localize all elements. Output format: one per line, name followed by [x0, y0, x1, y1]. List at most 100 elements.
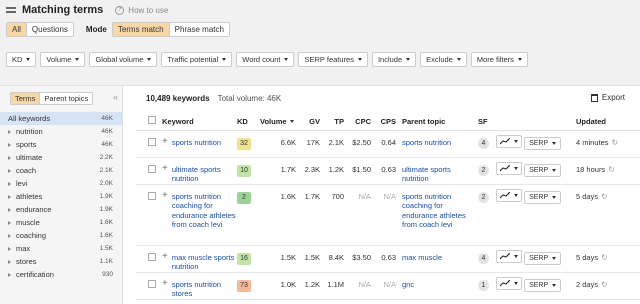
how-to-use-link[interactable]: ? How to use	[115, 5, 168, 15]
serp-button[interactable]: SERP	[524, 163, 562, 177]
filter-serp-features[interactable]: SERP features	[298, 52, 368, 67]
col-updated[interactable]: Updated	[576, 113, 640, 131]
refresh-icon[interactable]: ↻	[601, 253, 608, 262]
sf-count-badge[interactable]: 2	[478, 164, 489, 176]
row-checkbox[interactable]	[148, 137, 156, 146]
sidebar-item-ultimate[interactable]: ultimate 2.2K	[0, 151, 123, 164]
sidebar-item-coach[interactable]: coach 2.1K	[0, 164, 123, 177]
serp-button[interactable]: SERP	[524, 136, 562, 150]
col-sf[interactable]: SF	[478, 113, 496, 131]
col-cps[interactable]: CPS	[377, 113, 402, 131]
col-tp[interactable]: TP	[326, 113, 350, 131]
trend-button[interactable]	[496, 188, 522, 202]
sidebar-item-muscle[interactable]: muscle 1.6K	[0, 216, 123, 229]
tab-phrase-match[interactable]: Phrase match	[169, 23, 229, 36]
parent-topic-link[interactable]: ultimate sports nutrition	[402, 165, 451, 184]
parent-topic-link[interactable]: gnc	[402, 280, 414, 289]
row-checkbox[interactable]	[148, 191, 156, 200]
col-parent-topic[interactable]: Parent topic	[402, 113, 478, 131]
col-cpc[interactable]: CPC	[350, 113, 377, 131]
trend-button[interactable]	[496, 161, 522, 175]
add-to-list-icon[interactable]: +	[162, 190, 168, 230]
sidebar-item-nutrition[interactable]: nutrition 46K	[0, 125, 123, 138]
tab-all[interactable]: All	[7, 23, 27, 36]
tab-terms-match[interactable]: Terms match	[112, 23, 170, 36]
trend-button[interactable]	[496, 276, 522, 290]
trend-button[interactable]	[496, 134, 522, 148]
sidebar-item-endurance[interactable]: endurance 1.9K	[0, 203, 123, 216]
sidebar-item-label: athletes	[16, 192, 43, 201]
select-all-checkbox[interactable]	[148, 116, 156, 125]
updated-cell: 5 days ↻	[576, 245, 640, 273]
tab-parent-topics[interactable]: Parent topics	[40, 93, 93, 104]
col-kd[interactable]: KD	[237, 113, 260, 131]
expand-icon[interactable]	[8, 246, 11, 251]
expand-icon[interactable]	[8, 272, 11, 277]
serp-button[interactable]: SERP	[524, 190, 562, 204]
sf-count-badge[interactable]: 4	[478, 252, 489, 264]
sidebar-item-coaching[interactable]: coaching 1.6K	[0, 229, 123, 242]
sf-count-badge[interactable]: 2	[478, 191, 489, 203]
keyword-link[interactable]: sports nutrition	[172, 138, 221, 148]
parent-topic-link[interactable]: max muscle	[402, 253, 442, 262]
refresh-icon[interactable]: ↻	[608, 165, 615, 174]
expand-icon[interactable]	[8, 207, 11, 212]
keywords-table: Keyword KD Volume GV TP CPC CPS Parent t…	[136, 113, 640, 300]
collapse-icon[interactable]: «	[113, 92, 118, 102]
add-to-list-icon[interactable]: +	[162, 136, 168, 148]
keyword-link[interactable]: max muscle sports nutrition	[172, 253, 237, 272]
sidebar-item-all-keywords[interactable]: All keywords 46K	[0, 112, 123, 125]
parent-topic-link[interactable]: sports nutrition	[402, 138, 451, 147]
expand-icon[interactable]	[8, 155, 11, 160]
row-checkbox[interactable]	[148, 252, 156, 261]
expand-icon[interactable]	[8, 194, 11, 199]
tab-terms[interactable]: Terms	[11, 93, 41, 104]
expand-icon[interactable]	[8, 220, 11, 225]
menu-icon[interactable]	[6, 6, 16, 14]
serp-button[interactable]: SERP	[524, 251, 562, 265]
sf-count-badge[interactable]: 4	[478, 137, 489, 149]
refresh-icon[interactable]: ↻	[612, 138, 619, 147]
sidebar-item-certification[interactable]: certification 930	[0, 268, 123, 281]
sidebar-item-levi[interactable]: levi 2.0K	[0, 177, 123, 190]
kd-cell: 2	[237, 184, 260, 246]
filter-kd[interactable]: KD	[6, 52, 37, 67]
keyword-link[interactable]: sports nutrition stores	[172, 280, 237, 299]
col-keyword[interactable]: Keyword	[162, 113, 237, 131]
filter-volume[interactable]: Volume	[40, 52, 86, 67]
refresh-icon[interactable]: ↻	[601, 192, 608, 201]
actions-cell: SERP	[496, 130, 576, 158]
sidebar-item-sports[interactable]: sports 46K	[0, 138, 123, 151]
expand-icon[interactable]	[8, 259, 11, 264]
filter-include[interactable]: Include	[371, 52, 417, 67]
add-to-list-icon[interactable]: +	[162, 251, 168, 272]
trend-button[interactable]	[496, 249, 522, 263]
tab-questions[interactable]: Questions	[26, 23, 73, 36]
row-checkbox[interactable]	[148, 164, 156, 173]
add-to-list-icon[interactable]: +	[162, 163, 168, 184]
keyword-link[interactable]: ultimate sports nutrition	[172, 165, 237, 184]
expand-icon[interactable]	[8, 129, 11, 134]
sidebar-item-stores[interactable]: stores 1.1K	[0, 255, 123, 268]
parent-topic-link[interactable]: sports nutrition coaching for endurance …	[402, 192, 466, 230]
add-to-list-icon[interactable]: +	[162, 278, 168, 299]
filter-word-count[interactable]: Word count	[236, 52, 295, 67]
sf-count-badge[interactable]: 1	[478, 279, 489, 291]
expand-icon[interactable]	[8, 168, 11, 173]
filter-exclude[interactable]: Exclude	[420, 52, 467, 67]
expand-icon[interactable]	[8, 181, 11, 186]
col-volume[interactable]: Volume	[260, 113, 302, 131]
sidebar-item-athletes[interactable]: athletes 1.9K	[0, 190, 123, 203]
filter-traffic-potential[interactable]: Traffic potential	[161, 52, 233, 67]
filter-global-volume[interactable]: Global volume	[89, 52, 158, 67]
col-gv[interactable]: GV	[302, 113, 326, 131]
expand-icon[interactable]	[8, 142, 11, 147]
serp-button[interactable]: SERP	[524, 278, 562, 292]
sidebar-item-max[interactable]: max 1.5K	[0, 242, 123, 255]
export-button[interactable]: Export	[590, 93, 625, 102]
filter-more[interactable]: More filters	[470, 52, 528, 67]
row-checkbox[interactable]	[148, 279, 156, 288]
expand-icon[interactable]	[8, 233, 11, 238]
refresh-icon[interactable]: ↻	[601, 280, 608, 289]
keyword-link[interactable]: sports nutrition coaching for endurance …	[172, 192, 237, 230]
